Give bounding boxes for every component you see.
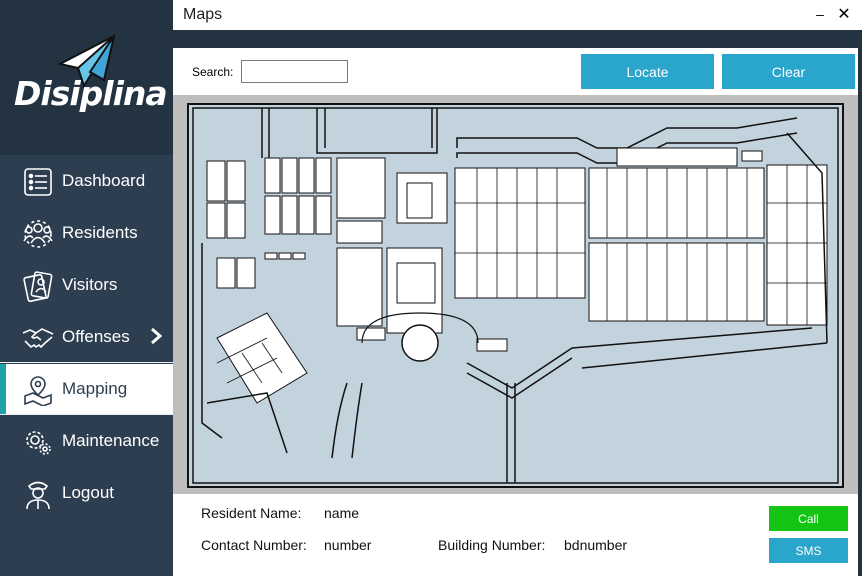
visitors-badge-icon — [22, 270, 54, 302]
search-input[interactable] — [241, 60, 348, 83]
minimize-button[interactable]: – — [810, 3, 830, 27]
sidebar-item-label: Visitors — [62, 275, 118, 294]
sidebar-divider — [0, 362, 173, 363]
sidebar-item-mapping[interactable]: Mapping — [0, 364, 173, 414]
right-border — [858, 48, 862, 576]
sidebar-item-logout[interactable]: Logout — [0, 468, 173, 518]
sidebar-item-visitors[interactable]: Visitors — [0, 260, 173, 310]
title-bar: Maps – ✕ — [173, 0, 862, 30]
officer-icon — [22, 478, 54, 510]
map-panel — [173, 95, 858, 494]
sidebar-item-label: Dashboard — [62, 171, 146, 190]
sidebar-item-residents[interactable]: Residents — [0, 208, 173, 258]
dashboard-list-icon — [22, 166, 54, 198]
sidebar-item-label: Logout — [62, 483, 114, 502]
close-button[interactable]: ✕ — [833, 3, 855, 27]
header-band — [173, 30, 862, 48]
building-number-value: bdnumber — [564, 537, 628, 553]
contact-number-value: number — [324, 537, 372, 553]
facility-map[interactable] — [187, 103, 844, 488]
search-label: Search: — [192, 65, 234, 79]
map-pin-icon — [22, 374, 54, 406]
sidebar-item-dashboard[interactable]: Dashboard — [0, 156, 173, 206]
app-window: Disiplina Dashboard Residents Visitors O… — [0, 0, 862, 576]
sidebar-item-label: Maintenance — [62, 431, 160, 450]
sidebar-item-label: Residents — [62, 223, 138, 242]
resident-name-label: Resident Name: — [201, 505, 302, 521]
chevron-right-icon — [151, 327, 163, 345]
sidebar: Disiplina Dashboard Residents Visitors O… — [0, 0, 173, 576]
building-number-label: Building Number: — [438, 537, 546, 553]
sidebar-item-offenses[interactable]: Offenses — [0, 312, 173, 362]
handshake-icon — [22, 322, 54, 354]
residents-group-icon — [22, 218, 54, 250]
sidebar-item-label: Mapping — [62, 379, 128, 398]
gears-icon — [22, 426, 54, 458]
sidebar-item-maintenance[interactable]: Maintenance — [0, 416, 173, 466]
clear-button[interactable]: Clear — [722, 54, 855, 89]
sidebar-item-label: Offenses — [62, 327, 130, 346]
window-title: Maps — [183, 6, 223, 23]
resident-name-value: name — [324, 505, 360, 521]
logo-area: Disiplina — [0, 0, 173, 155]
locate-button[interactable]: Locate — [581, 54, 714, 89]
contact-number-label: Contact Number: — [201, 537, 307, 553]
sidebar-divider — [0, 414, 173, 415]
call-button[interactable]: Call — [769, 506, 848, 531]
sms-button[interactable]: SMS — [769, 538, 848, 563]
logo-text: Disiplina — [14, 74, 168, 113]
